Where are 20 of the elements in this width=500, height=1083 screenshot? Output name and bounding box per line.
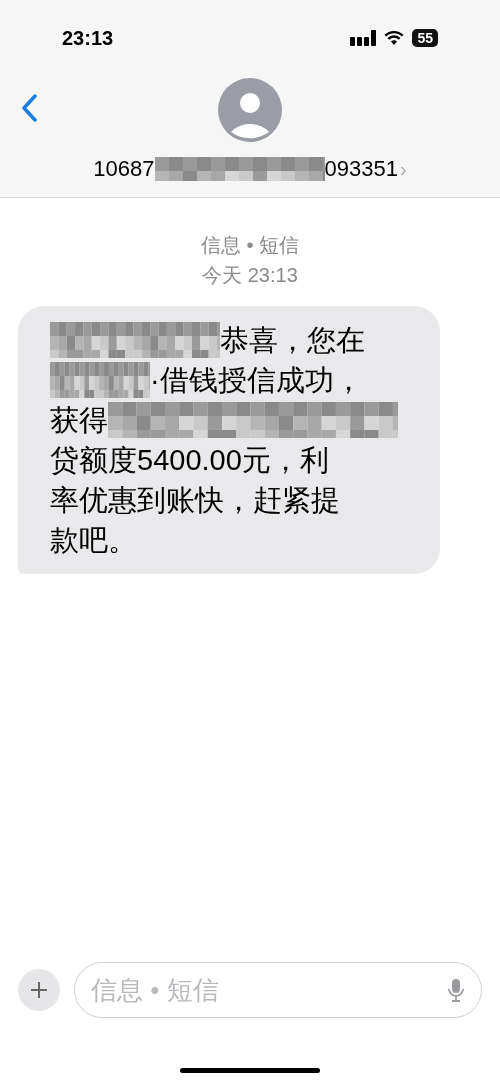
signal-icon	[350, 30, 377, 46]
status-time: 23:13	[62, 26, 114, 51]
add-button[interactable]	[18, 969, 60, 1011]
contact-number[interactable]: 10687	[93, 152, 155, 185]
microphone-icon[interactable]	[448, 978, 464, 1002]
message-text: 率优惠到账快，赶紧提	[50, 483, 340, 518]
service-label: 信息 • 短信	[200, 233, 300, 258]
plus-icon	[30, 981, 48, 999]
message-text: 贷额度5400.00元，利	[50, 443, 329, 478]
avatar-icon[interactable]	[218, 78, 282, 142]
message-text: ·借钱授信成功，	[150, 363, 363, 398]
message-input[interactable]: 信息 • 短信	[74, 962, 482, 1018]
back-icon[interactable]	[20, 94, 38, 122]
timestamp: 今天 23:13	[202, 263, 298, 288]
battery-indicator: 55	[412, 29, 438, 47]
message-text: 款吧。	[50, 523, 137, 558]
wifi-icon	[384, 30, 405, 46]
message-text: 恭喜，您在	[220, 323, 365, 358]
contact-number[interactable]: 093351	[324, 152, 398, 185]
message-text: 获得	[50, 403, 108, 438]
